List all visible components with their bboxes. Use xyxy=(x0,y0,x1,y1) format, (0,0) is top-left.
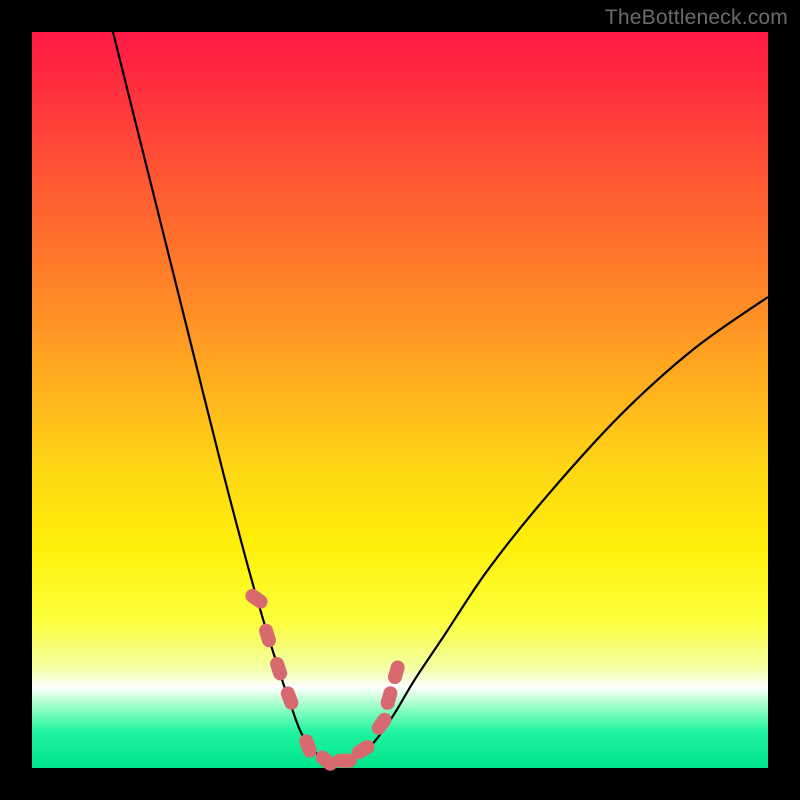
valley-marker xyxy=(386,659,406,686)
bottleneck-curve xyxy=(113,32,768,763)
valley-marker xyxy=(279,684,301,711)
valley-marker xyxy=(297,732,319,759)
valley-marker xyxy=(379,685,399,712)
chart-stage: TheBottleneck.com xyxy=(0,0,800,800)
valley-marker xyxy=(369,710,394,738)
curve-layer xyxy=(32,32,768,768)
plot-area xyxy=(32,32,768,768)
valley-marker xyxy=(257,622,277,649)
valley-marker xyxy=(268,655,289,682)
valley-markers xyxy=(243,586,407,773)
valley-marker xyxy=(243,586,271,611)
watermark-text: TheBottleneck.com xyxy=(605,6,788,30)
